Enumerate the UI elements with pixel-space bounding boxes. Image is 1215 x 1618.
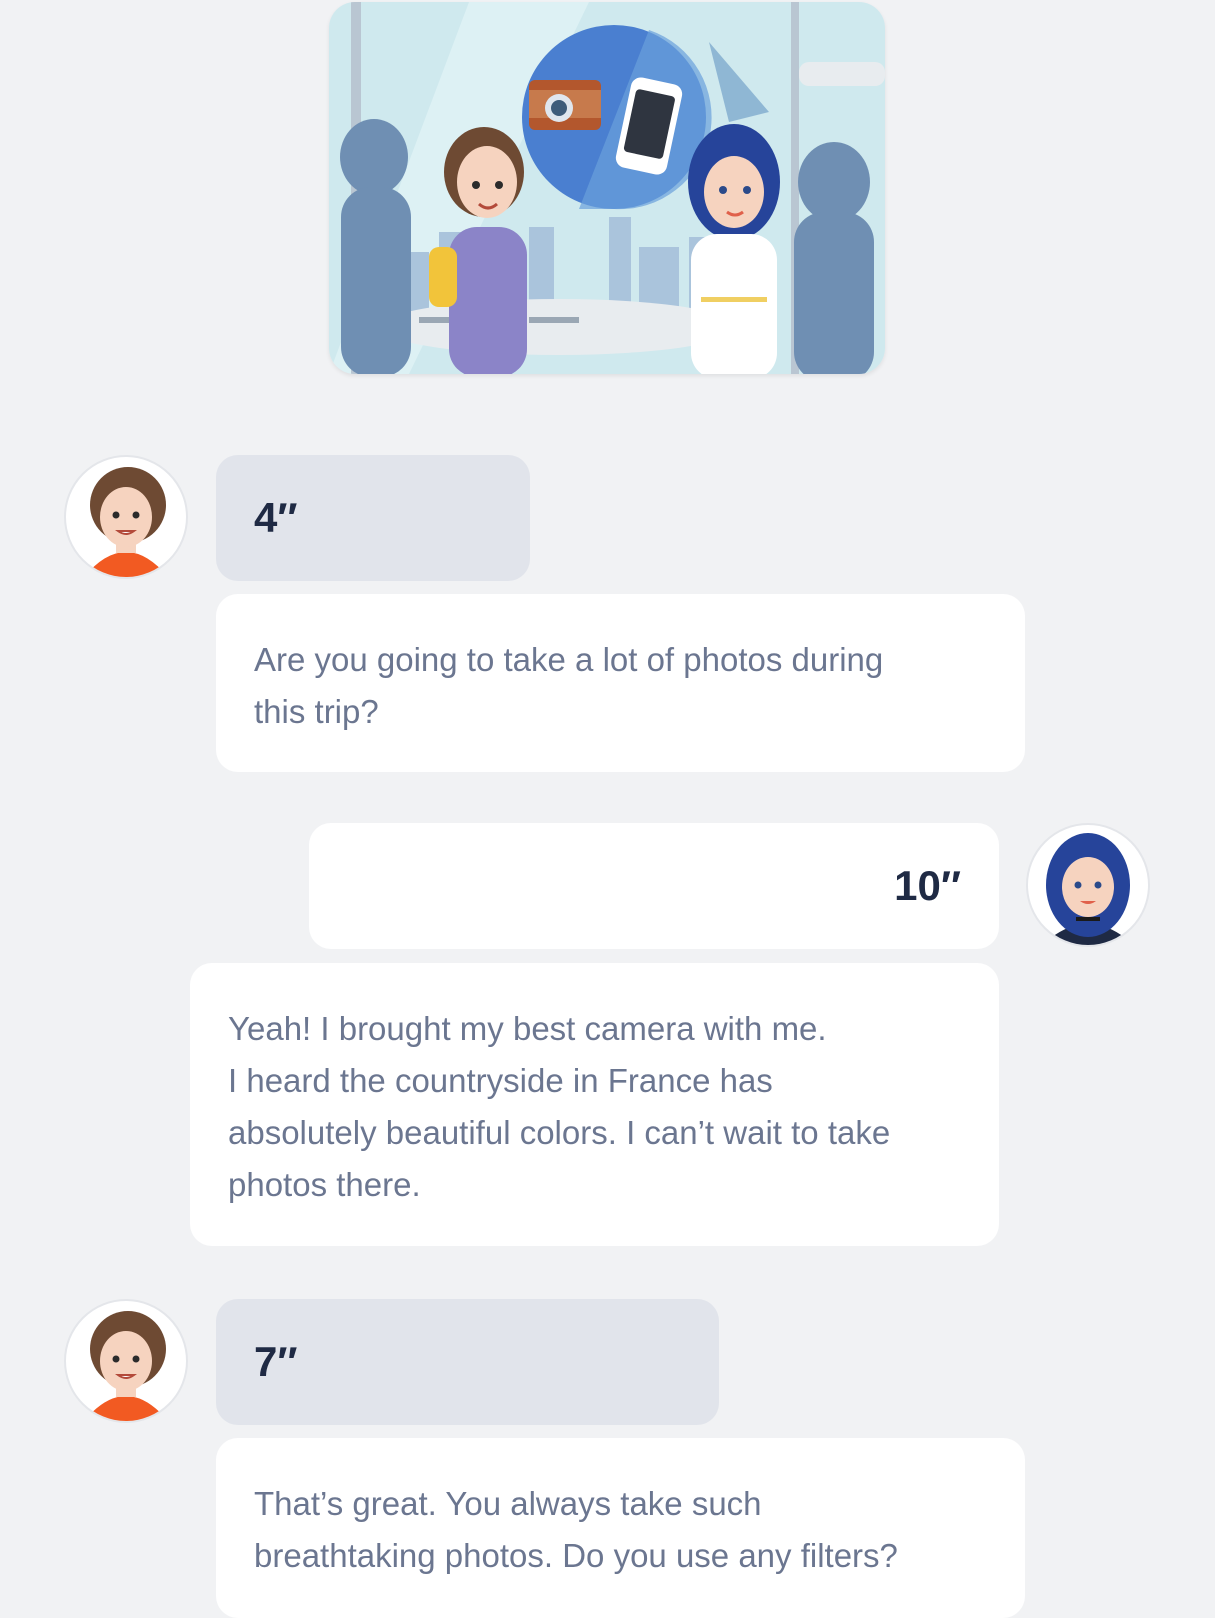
message-line: That’s great. You always take such [254,1485,762,1522]
message-bubble: That’s great. You always take such breat… [216,1438,1025,1618]
message-bubble: Are you going to take a lot of photos du… [216,594,1025,772]
message-line: Are you going to take a lot of photos du… [254,641,884,678]
duration-bubble[interactable]: 10″ [309,823,999,949]
message-line: this trip? [254,693,379,730]
message-line: breathtaking photos. Do you use any filt… [254,1537,898,1574]
duration-bubble[interactable]: 4″ [216,455,530,581]
duration-label: 10″ [894,862,961,909]
brown-haired-woman-avatar [64,1299,188,1423]
brown-haired-woman-avatar [64,455,188,579]
blue-haired-woman-avatar [1026,823,1150,947]
duration-label: 4″ [254,494,298,541]
message-line: photos there. [228,1166,421,1203]
message-bubble: Yeah! I brought my best camera with me. … [190,963,999,1246]
duration-bubble[interactable]: 7″ [216,1299,719,1425]
airport-scene-illustration [329,2,885,374]
message-line: Yeah! I brought my best camera with me. [228,1010,827,1047]
message-line: absolutely beautiful colors. I can’t wai… [228,1114,891,1151]
duration-label: 7″ [254,1338,298,1385]
message-line: I heard the countryside in France has [228,1062,773,1099]
